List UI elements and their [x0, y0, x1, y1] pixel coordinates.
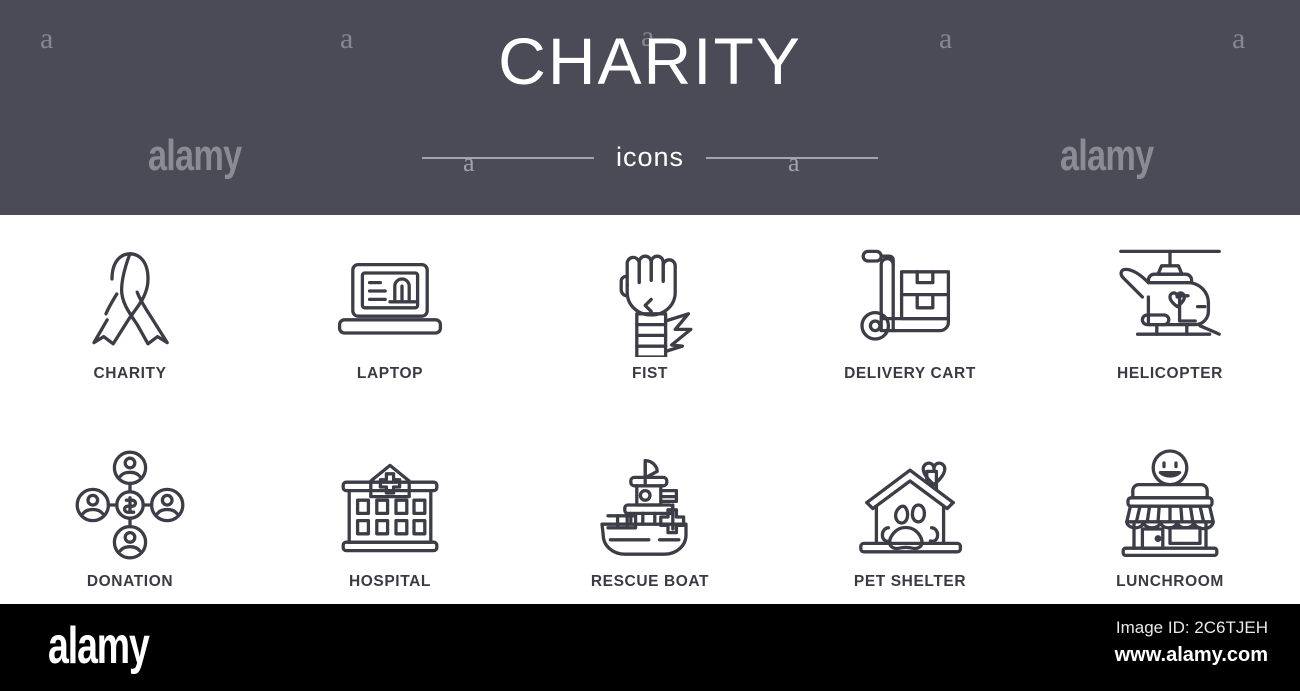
- icon-cell-donation[interactable]: DONATION: [0, 423, 260, 631]
- icon-cell-rescue-boat[interactable]: RESCUE BOAT: [520, 423, 780, 631]
- hospital-icon: [341, 463, 439, 553]
- icon-cell-helicopter[interactable]: HELICOPTER: [1040, 215, 1300, 423]
- subtitle-row: icons: [0, 142, 1300, 173]
- alamy-url-text: www.alamy.com: [1114, 644, 1268, 666]
- icon-label: FIST: [632, 365, 668, 382]
- rescue-boat-icon: [600, 458, 688, 556]
- icon-label: DONATION: [86, 573, 174, 590]
- helicopter-icon: [1119, 249, 1221, 336]
- laptop-icon: [337, 262, 443, 335]
- icon-label: LAPTOP: [356, 365, 424, 382]
- icon-cell-laptop[interactable]: LAPTOP: [260, 215, 520, 423]
- footer-bar: alamy Image ID: 2C6TJEH www.alamy.com: [0, 604, 1300, 691]
- icon-cell-delivery-cart[interactable]: DELIVERY CART: [780, 215, 1040, 423]
- divider-left: [421, 156, 594, 159]
- ribbon-icon: [92, 252, 169, 346]
- fist-icon: [619, 254, 693, 357]
- icon-label: HOSPITAL: [348, 573, 431, 590]
- icon-label: DELIVERY CART: [844, 365, 976, 382]
- icon-label: HELICOPTER: [1117, 365, 1223, 382]
- watermark-letter-icon: a: [463, 148, 475, 177]
- alamy-logo: alamy: [48, 617, 150, 675]
- page-subtitle: icons: [615, 142, 685, 172]
- stock-photo-canvas: a a a a a alamy alamy CHARITY icons a a …: [0, 0, 1300, 691]
- watermark-letter-icon: a: [788, 148, 800, 177]
- icon-cell-hospital[interactable]: HOSPITAL: [260, 423, 520, 631]
- icon-label: LUNCHROOM: [1116, 573, 1224, 590]
- delivery-cart-icon: [860, 249, 951, 341]
- page-title: CHARITY: [498, 24, 802, 98]
- header-banner: a a a a a alamy alamy CHARITY icons a a: [0, 0, 1300, 215]
- icon-cell-charity[interactable]: CHARITY: [0, 215, 260, 423]
- donation-network-icon: [75, 450, 185, 560]
- pet-shelter-icon: [859, 461, 963, 554]
- icon-label: RESCUE BOAT: [590, 573, 710, 590]
- icon-cell-fist[interactable]: FIST: [520, 215, 780, 423]
- icon-grid: CHARITY LAPTOP FIST DELIVERY CART HELICO…: [0, 215, 1300, 631]
- image-id-text: Image ID: 2C6TJEH: [1115, 618, 1268, 637]
- lunchroom-icon: [1121, 449, 1219, 558]
- icon-cell-pet-shelter[interactable]: PET SHELTER: [780, 423, 1040, 631]
- icon-label: CHARITY: [93, 365, 167, 382]
- icon-label: PET SHELTER: [853, 573, 967, 590]
- icon-cell-lunchroom[interactable]: LUNCHROOM: [1040, 423, 1300, 631]
